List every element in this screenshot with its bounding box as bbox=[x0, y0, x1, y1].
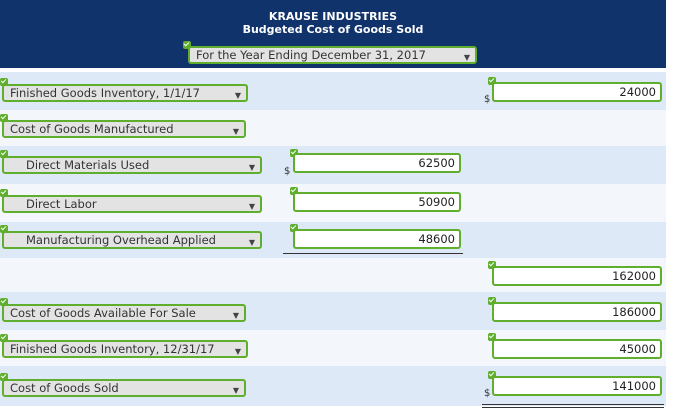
total-double-underline bbox=[482, 404, 664, 405]
fg-inventory-end-select[interactable]: Finished Goods Inventory, 12/31/17 ▼ bbox=[2, 340, 248, 358]
direct-materials-select[interactable]: Direct Materials Used ▼ bbox=[2, 156, 262, 174]
cogs-select[interactable]: Cost of Goods Sold ▼ bbox=[2, 379, 246, 397]
direct-materials-amount[interactable]: 62500 bbox=[293, 153, 461, 173]
select-label: Direct Labor bbox=[26, 197, 97, 211]
caret-down-icon: ▼ bbox=[234, 347, 241, 356]
goods-available-select[interactable]: Cost of Goods Available For Sale ▼ bbox=[2, 304, 246, 322]
caret-down-icon: ▼ bbox=[234, 91, 241, 100]
fg-inventory-end-amount[interactable]: 45000 bbox=[492, 339, 662, 359]
statement-title: Budgeted Cost of Goods Sold bbox=[242, 23, 424, 36]
fg-inventory-begin-amount[interactable]: 24000 bbox=[492, 82, 662, 102]
fg-inventory-begin-select[interactable]: Finished Goods Inventory, 1/1/17 ▼ bbox=[2, 84, 248, 102]
caret-down-icon: ▼ bbox=[248, 163, 255, 172]
select-label: Cost of Goods Manufactured bbox=[10, 122, 174, 136]
select-label: Finished Goods Inventory, 12/31/17 bbox=[10, 342, 215, 356]
period-select[interactable]: For the Year Ending December 31, 2017 ▼ bbox=[188, 46, 477, 64]
caret-down-icon: ▼ bbox=[463, 53, 470, 62]
caret-down-icon: ▼ bbox=[232, 311, 239, 320]
select-label: Cost of Goods Available For Sale bbox=[10, 306, 196, 320]
overhead-select[interactable]: Manufacturing Overhead Applied ▼ bbox=[2, 231, 262, 249]
select-label: Cost of Goods Sold bbox=[10, 381, 119, 395]
cogs-amount[interactable]: 141000 bbox=[492, 376, 662, 396]
direct-labor-amount[interactable]: 50900 bbox=[293, 192, 461, 212]
cogm-total-amount[interactable]: 162000 bbox=[492, 266, 662, 286]
caret-down-icon: ▼ bbox=[248, 238, 255, 247]
currency-symbol: $ bbox=[284, 166, 291, 177]
overhead-amount[interactable]: 48600 bbox=[293, 229, 461, 249]
statement-header: KRAUSE INDUSTRIES Budgeted Cost of Goods… bbox=[0, 0, 666, 68]
caret-down-icon: ▼ bbox=[232, 386, 239, 395]
total-double-underline bbox=[482, 407, 664, 408]
goods-available-amount[interactable]: 186000 bbox=[492, 302, 662, 322]
select-label: Finished Goods Inventory, 1/1/17 bbox=[10, 86, 200, 100]
currency-symbol: $ bbox=[484, 388, 491, 399]
subtotal-underline bbox=[283, 253, 463, 254]
period-select-label: For the Year Ending December 31, 2017 bbox=[196, 48, 426, 62]
caret-down-icon: ▼ bbox=[248, 202, 255, 211]
currency-symbol: $ bbox=[484, 94, 491, 105]
company-name: KRAUSE INDUSTRIES bbox=[268, 10, 398, 23]
cogm-select[interactable]: Cost of Goods Manufactured ▼ bbox=[2, 120, 246, 138]
direct-labor-select[interactable]: Direct Labor ▼ bbox=[2, 195, 262, 213]
select-label: Direct Materials Used bbox=[26, 158, 150, 172]
caret-down-icon: ▼ bbox=[232, 127, 239, 136]
select-label: Manufacturing Overhead Applied bbox=[26, 233, 216, 247]
